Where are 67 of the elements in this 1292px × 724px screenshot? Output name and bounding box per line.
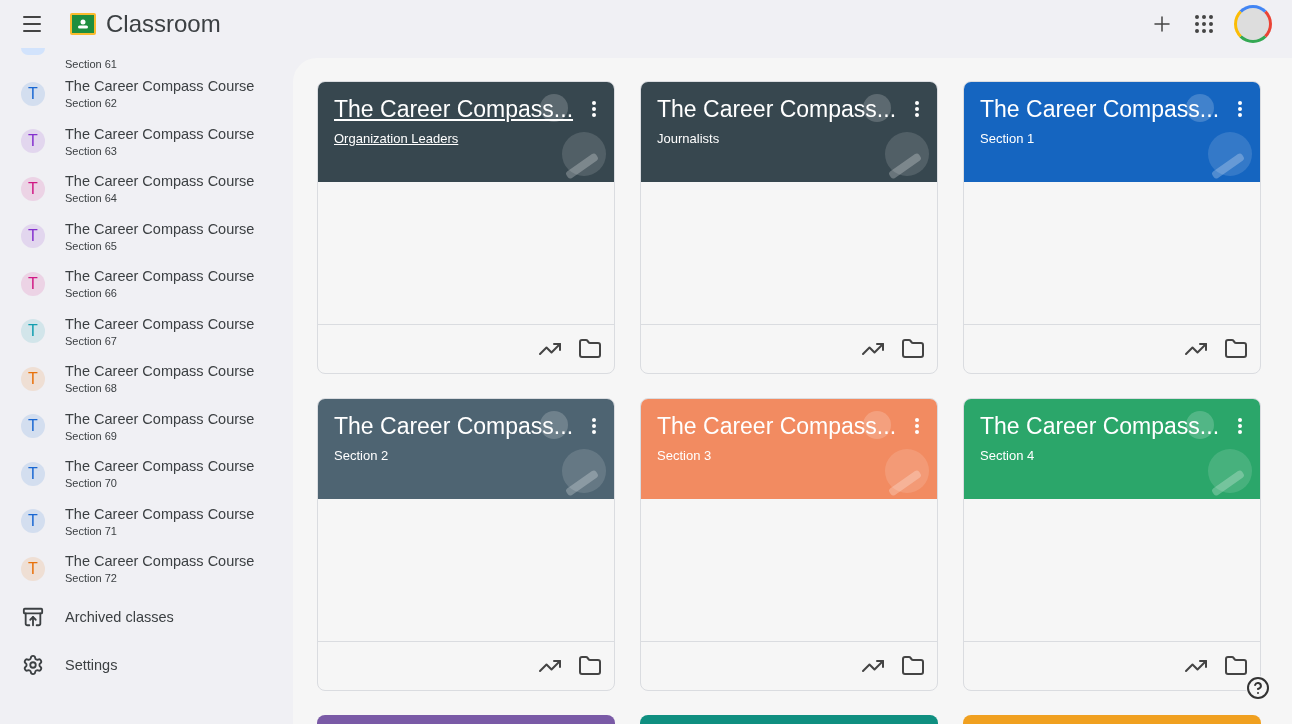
more-button[interactable] [915, 101, 919, 117]
folder-icon[interactable] [578, 337, 602, 361]
settings-icon [22, 654, 44, 676]
course-section: Section 68 [65, 382, 255, 395]
course-section: Section 70 [65, 477, 255, 490]
folder-icon[interactable] [901, 654, 925, 678]
course-section: Section 62 [65, 97, 255, 110]
card-title[interactable]: The Career Compass... [657, 96, 897, 123]
course-avatar: T [21, 129, 45, 154]
course-section: Section 71 [65, 524, 255, 537]
folder-icon[interactable] [578, 654, 602, 678]
course-section: Section 63 [65, 144, 255, 157]
card-subtitle[interactable]: Journalists [657, 131, 720, 146]
folder-icon[interactable] [901, 337, 925, 361]
course-title[interactable]: The Career Compass Course [65, 410, 255, 427]
course-section: Section 67 [65, 334, 255, 347]
archive-icon [22, 606, 44, 628]
app-title: Classroom [106, 10, 221, 38]
course-title[interactable]: The Career Compass Course [65, 125, 255, 142]
apps-button[interactable] [1192, 12, 1216, 36]
course-title[interactable]: The Career Compass Course [65, 268, 255, 285]
card-title[interactable]: The Career Compass... [980, 96, 1220, 123]
classroom-logo-icon [70, 13, 96, 35]
course-avatar: T [21, 461, 45, 486]
course-title[interactable]: The Career Compass Course [65, 458, 255, 475]
more-vertical-icon [1238, 101, 1242, 117]
course-section: Section 72 [65, 572, 255, 585]
course-title[interactable]: The Career Compass Course [65, 78, 255, 95]
course-title[interactable]: The Career Compass Course [65, 315, 255, 332]
course-title[interactable]: The Career Compass Course [65, 505, 255, 522]
folder-icon[interactable] [1224, 654, 1248, 678]
course-avatar: T [21, 176, 45, 201]
folder-icon[interactable] [1224, 337, 1248, 361]
course-avatar: T [21, 319, 45, 344]
sidebar-link[interactable]: Settings [0, 641, 293, 689]
course-section: Section 66 [65, 287, 255, 300]
course-avatar: T [21, 556, 45, 581]
sidebar-link[interactable]: Archived classes [0, 593, 293, 641]
card-subtitle[interactable]: Organization Leaders [334, 131, 459, 146]
more-button[interactable] [592, 418, 596, 434]
help-button[interactable] [1246, 676, 1270, 700]
course-avatar: T [21, 414, 45, 439]
course-title[interactable]: The Career Compass Course [65, 220, 255, 237]
more-vertical-icon [915, 418, 919, 434]
card-title[interactable]: The Career Compass... [334, 96, 574, 123]
course-title[interactable]: The Career Compass Course [65, 553, 255, 570]
course-section: Section 64 [65, 192, 255, 205]
course-section: Section 61 [65, 58, 117, 70]
course-title[interactable]: The Career Compass Course [65, 173, 255, 190]
more-button[interactable] [1238, 101, 1242, 117]
course-avatar: T [21, 271, 45, 296]
account-avatar[interactable] [1234, 5, 1272, 43]
more-vertical-icon [915, 101, 919, 117]
course-avatar: T [21, 224, 45, 249]
more-button[interactable] [592, 101, 596, 117]
card-subtitle[interactable]: Section 1 [980, 131, 1035, 146]
card-title[interactable]: The Career Compass... [334, 413, 574, 440]
card-subtitle[interactable]: Section 2 [334, 448, 389, 463]
course-title[interactable]: The Career Compass Course [65, 363, 255, 380]
course-section: Section 69 [65, 429, 255, 442]
more-vertical-icon [592, 101, 596, 117]
course-avatar: T [21, 509, 45, 534]
more-vertical-icon [592, 418, 596, 434]
course-avatar: T [21, 366, 45, 391]
more-vertical-icon [1238, 418, 1242, 434]
course-avatar: T [21, 81, 45, 106]
course-section: Section 65 [65, 239, 255, 252]
